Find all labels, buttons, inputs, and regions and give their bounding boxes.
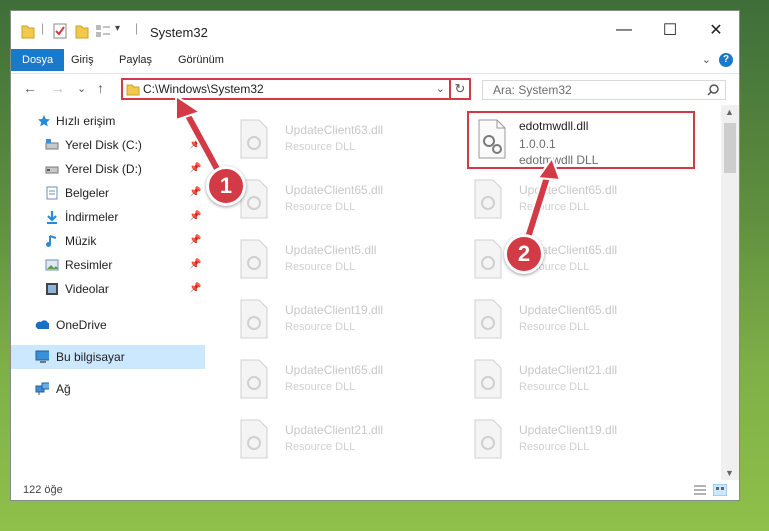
arrow-2-head	[536, 155, 562, 182]
annotation-arrows	[175, 94, 562, 249]
arrow-1-head	[175, 94, 203, 122]
arrow-2	[523, 171, 551, 247]
step-marker-1: 1	[206, 166, 246, 206]
step-marker-2: 2	[504, 234, 544, 274]
